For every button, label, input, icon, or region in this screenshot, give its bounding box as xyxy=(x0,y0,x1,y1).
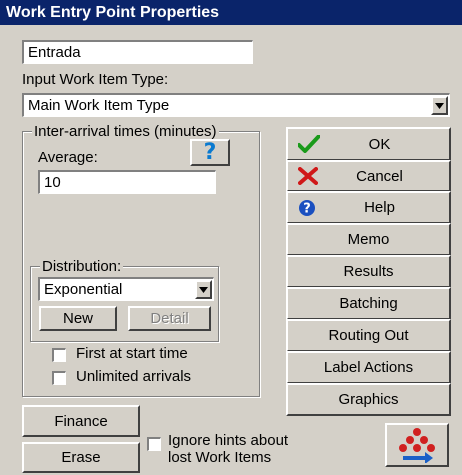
memo-button-label: Memo xyxy=(347,231,390,248)
average-label: Average: xyxy=(38,149,98,166)
input-work-item-type-value: Main Work Item Type xyxy=(28,97,170,114)
average-input[interactable]: 10 xyxy=(38,170,216,194)
batching-button-label: Batching xyxy=(339,295,398,312)
question-circle-icon: ? xyxy=(298,199,316,217)
name-field[interactable]: Entrada xyxy=(22,40,253,64)
checkmark-icon xyxy=(298,135,320,153)
dropdown-arrow-icon[interactable] xyxy=(195,280,212,299)
ok-button[interactable]: OK xyxy=(286,127,451,161)
erase-button-label: Erase xyxy=(61,449,101,466)
first-at-start-label: First at start time xyxy=(76,345,188,362)
unlimited-arrivals-checkbox[interactable] xyxy=(52,371,66,385)
memo-button[interactable]: Memo xyxy=(286,223,451,256)
work-items-icon xyxy=(397,427,437,463)
label-actions-button-label: Label Actions xyxy=(323,359,414,376)
new-button[interactable]: New xyxy=(39,306,117,331)
help-button[interactable]: ? Help xyxy=(286,191,451,224)
detail-button-label: Detail xyxy=(150,310,189,327)
finance-button-label: Finance xyxy=(54,412,108,430)
erase-button[interactable]: Erase xyxy=(22,442,140,473)
results-button[interactable]: Results xyxy=(286,255,451,288)
new-button-label: New xyxy=(62,310,93,327)
distribution-group-title: Distribution: xyxy=(40,258,124,275)
graphics-button-label: Graphics xyxy=(338,391,399,408)
input-work-item-type-label: Input Work Item Type: xyxy=(22,71,169,88)
cancel-button[interactable]: Cancel xyxy=(286,160,451,192)
ok-button-label: OK xyxy=(368,135,391,153)
ignore-hints-line2: lost Work Items xyxy=(168,449,272,466)
finance-button[interactable]: Finance xyxy=(22,405,140,437)
dropdown-arrow-icon[interactable] xyxy=(431,96,448,115)
work-items-button[interactable] xyxy=(385,423,449,467)
first-at-start-checkbox[interactable] xyxy=(52,348,66,362)
unlimited-arrivals-label: Unlimited arrivals xyxy=(76,368,192,385)
routing-out-button-label: Routing Out xyxy=(328,327,409,344)
input-work-item-type-select[interactable]: Main Work Item Type xyxy=(22,93,450,117)
interarrival-group-title: Inter-arrival times (minutes) xyxy=(32,123,219,140)
svg-text:?: ? xyxy=(303,201,311,216)
ignore-hints-line1: Ignore hints about xyxy=(168,432,289,449)
graphics-button[interactable]: Graphics xyxy=(286,383,451,416)
distribution-value: Exponential xyxy=(44,281,123,298)
help-question-button[interactable]: ? xyxy=(190,139,230,166)
cancel-button-label: Cancel xyxy=(356,167,403,185)
window-title: Work Entry Point Properties xyxy=(0,0,462,25)
ignore-hints-label: Ignore hints about lost Work Items xyxy=(168,432,288,466)
batching-button[interactable]: Batching xyxy=(286,287,451,320)
detail-button[interactable]: Detail xyxy=(128,306,211,331)
ignore-hints-checkbox[interactable] xyxy=(147,437,161,451)
distribution-select[interactable]: Exponential xyxy=(38,277,214,301)
question-mark-icon: ? xyxy=(203,140,217,165)
x-icon xyxy=(298,167,318,185)
routing-out-button[interactable]: Routing Out xyxy=(286,319,451,352)
results-button-label: Results xyxy=(343,263,394,280)
label-actions-button[interactable]: Label Actions xyxy=(286,351,451,384)
help-button-label: Help xyxy=(364,199,395,216)
